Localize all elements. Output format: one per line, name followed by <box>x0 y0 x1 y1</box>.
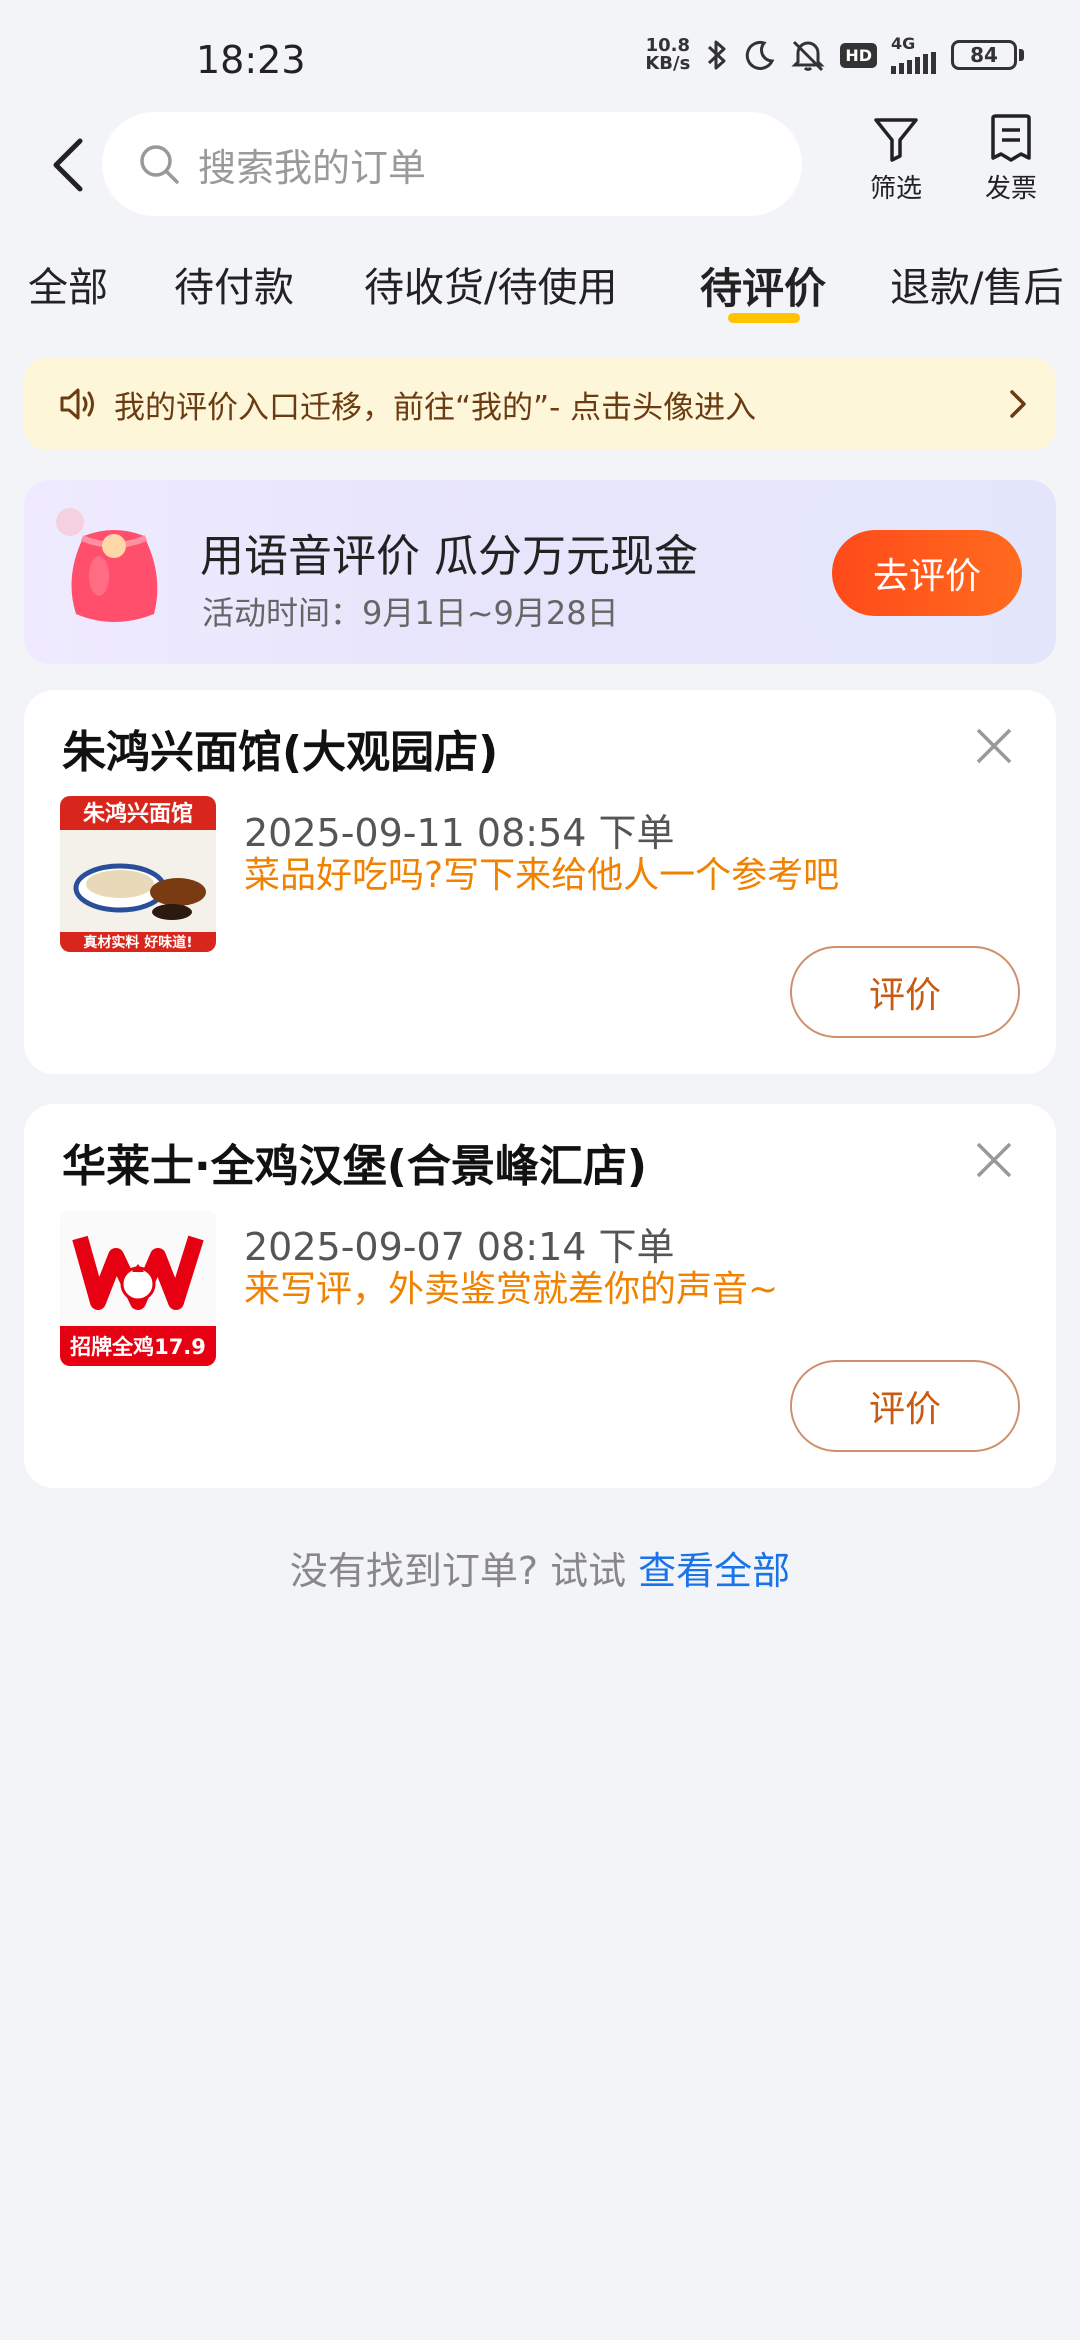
order-tabs: 全部 待付款 待收货/待使用 待评价 退款/售后 <box>0 255 1080 335</box>
tab-all[interactable]: 全部 <box>28 255 108 313</box>
store-name[interactable]: 华莱士·全鸡汉堡(合景峰汇店) <box>62 1130 647 1194</box>
promo-title: 用语音评价 瓜分万元现金 <box>200 531 698 582</box>
store-name[interactable]: 朱鸿兴面馆(大观园店) <box>62 716 498 780</box>
net-speed: 10.8 KB/s <box>645 37 690 73</box>
close-icon[interactable] <box>972 724 1016 768</box>
signal-icon: 4G <box>891 36 937 74</box>
filter-label: 筛选 <box>869 174 922 204</box>
thumb-text-top: 朱鸿兴面馆 <box>83 801 193 827</box>
invoice-icon <box>991 114 1031 162</box>
store-thumbnail[interactable]: 招牌全鸡17.9 <box>60 1210 216 1366</box>
notice-banner[interactable]: 我的评价入口迁移，前往“我的”- 点击头像进入 <box>24 358 1056 450</box>
red-envelope-bag-icon <box>56 508 158 622</box>
order-review-hint: 菜品好吃吗?写下来给他人一个参考吧 <box>244 855 840 896</box>
hd-badge: HD <box>840 42 877 68</box>
speaker-icon <box>60 388 94 420</box>
search-input[interactable]: 搜索我的订单 <box>102 112 802 216</box>
filter-icon <box>874 118 918 162</box>
back-button[interactable] <box>38 132 98 198</box>
moon-icon <box>744 39 776 71</box>
orders-page: 18:23 10.8 KB/s HD 4G 84 搜索我的订单 筛选 发票 全部… <box>0 0 1080 2340</box>
order-card[interactable]: 朱鸿兴面馆(大观园店) 朱鸿兴面馆 真材实料 好味道! 2025-09-11 0… <box>24 690 1056 1074</box>
tab-pending-review[interactable]: 待评价 <box>700 255 826 316</box>
review-button[interactable]: 评价 <box>790 1360 1020 1452</box>
status-icons: 10.8 KB/s HD 4G 84 <box>645 36 1024 74</box>
no-order-hint: 没有找到订单? 试试 查看全部 <box>0 1540 1080 1595</box>
header: 搜索我的订单 筛选 发票 <box>0 112 1080 218</box>
promo-subtitle: 活动时间：9月1日~9月28日 <box>202 594 619 632</box>
filter-button[interactable]: 筛选 <box>851 114 941 205</box>
back-arrow-icon <box>53 138 83 192</box>
mute-bell-icon <box>790 38 826 72</box>
tab-pending-payment[interactable]: 待付款 <box>174 255 294 313</box>
battery-icon: 84 <box>951 40 1024 70</box>
thumb-text-bottom: 真材实料 好味道! <box>83 934 192 951</box>
notice-text: 我的评价入口迁移，前往“我的”- 点击头像进入 <box>114 389 757 426</box>
network-type: 4G <box>891 34 916 53</box>
order-card[interactable]: 华莱士·全鸡汉堡(合景峰汇店) 招牌全鸡17.9 2025-09-07 08:1… <box>24 1104 1056 1488</box>
active-tab-indicator <box>728 313 800 323</box>
invoice-label: 发票 <box>984 174 1037 204</box>
promo-review-button[interactable]: 去评价 <box>832 530 1022 616</box>
voice-review-promo[interactable]: 用语音评价 瓜分万元现金 活动时间：9月1日~9月28日 去评价 <box>24 480 1056 664</box>
status-time: 18:23 <box>196 38 306 82</box>
tab-refund[interactable]: 退款/售后 <box>890 255 1063 313</box>
bluetooth-icon <box>704 38 730 72</box>
thumb-text-bottom: 招牌全鸡17.9 <box>70 1335 206 1359</box>
order-review-hint: 来写评，外卖鉴赏就差你的声音~ <box>244 1269 779 1310</box>
invoice-button[interactable]: 发票 <box>966 114 1056 205</box>
search-placeholder: 搜索我的订单 <box>198 145 427 190</box>
no-order-text: 没有找到订单? 试试 <box>289 1549 639 1593</box>
review-button[interactable]: 评价 <box>790 946 1020 1038</box>
net-speed-unit: KB/s <box>645 53 691 74</box>
search-icon <box>140 145 179 184</box>
status-bar: 18:23 10.8 KB/s HD 4G 84 <box>0 0 1080 112</box>
tab-pending-receipt[interactable]: 待收货/待使用 <box>364 255 617 313</box>
store-thumbnail[interactable]: 朱鸿兴面馆 真材实料 好味道! <box>60 796 216 952</box>
chevron-right-icon <box>1010 390 1026 418</box>
battery-level: 84 <box>951 40 1017 70</box>
close-icon[interactable] <box>972 1138 1016 1182</box>
view-all-link[interactable]: 查看全部 <box>638 1549 790 1593</box>
